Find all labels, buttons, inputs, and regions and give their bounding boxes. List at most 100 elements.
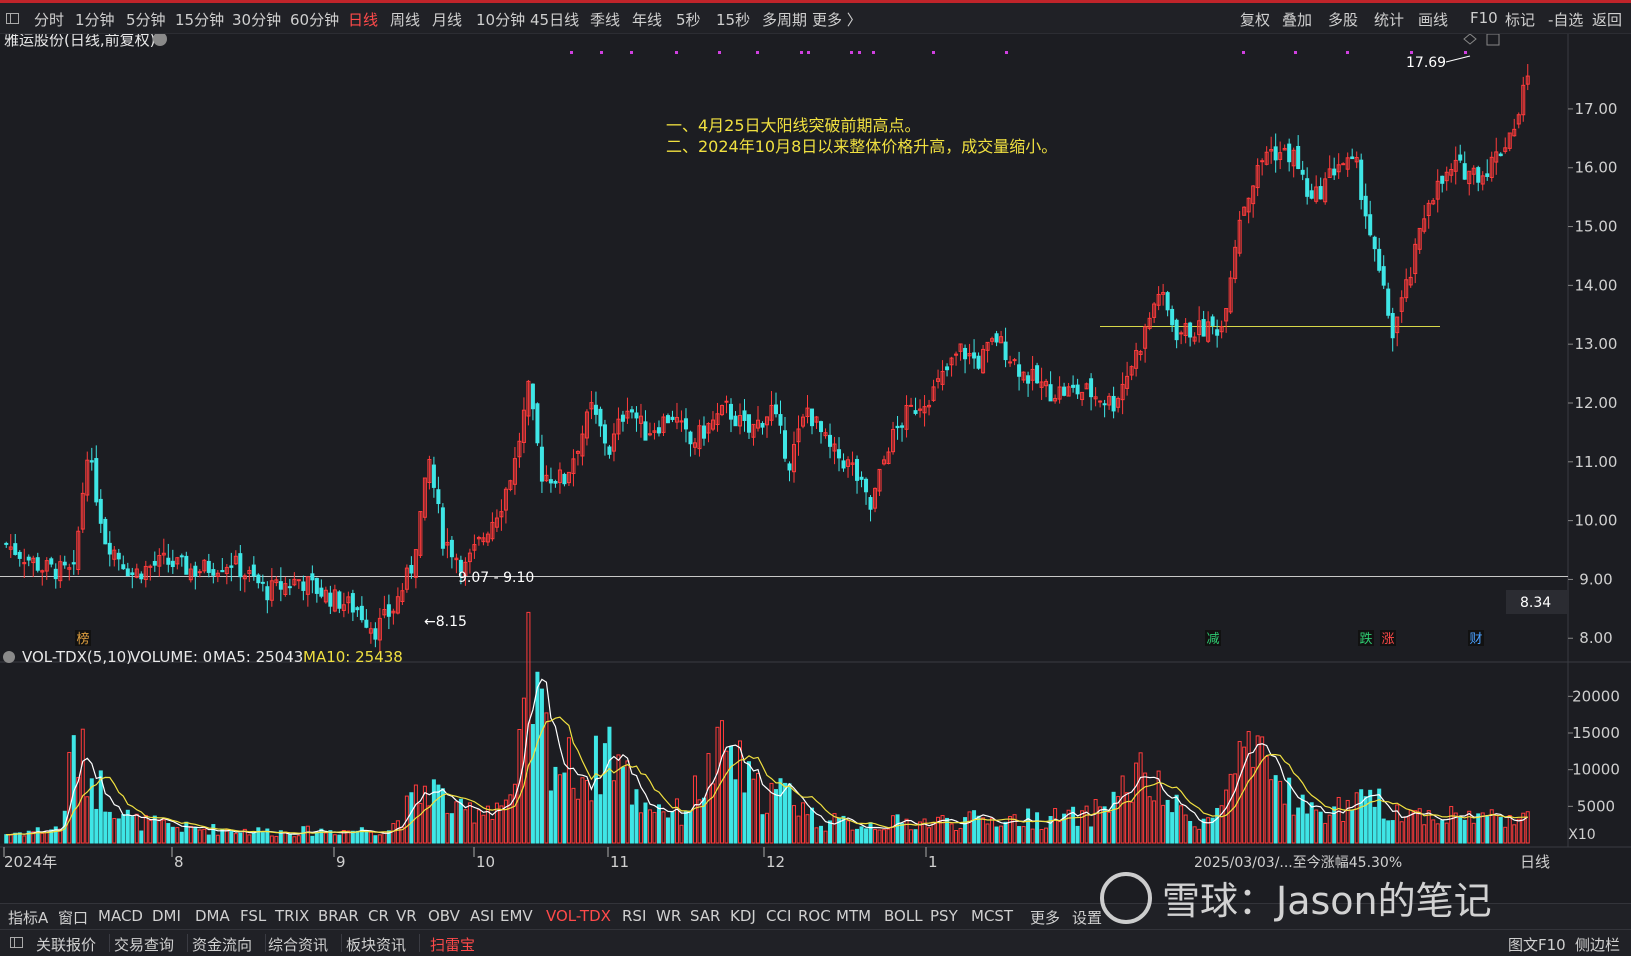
volume-bar[interactable] (1089, 826, 1094, 844)
candle-body[interactable] (206, 560, 211, 573)
volume-bar[interactable] (1404, 816, 1409, 844)
indicator-tab-8[interactable]: CR (368, 907, 389, 925)
indicator-tab-4[interactable]: DMA (195, 907, 230, 925)
candle-body[interactable] (688, 431, 693, 445)
volume-bar[interactable] (679, 824, 684, 844)
volume-bar[interactable] (656, 804, 661, 844)
volume-bar[interactable] (909, 829, 914, 844)
candle-body[interactable] (1390, 312, 1395, 339)
candle-body[interactable] (364, 619, 369, 628)
period-tab-4[interactable]: 30分钟 (232, 9, 281, 30)
volume-bar[interactable] (904, 818, 909, 844)
volume-bar[interactable] (116, 818, 121, 844)
volume-bar[interactable] (566, 737, 571, 844)
volume-bar[interactable] (1107, 811, 1112, 844)
candle-body[interactable] (701, 425, 706, 439)
candle-body[interactable] (26, 556, 31, 561)
volume-bar[interactable] (940, 815, 945, 844)
candle-body[interactable] (1017, 364, 1022, 377)
info-tab-0[interactable]: 关联报价 (36, 934, 96, 955)
volume-bar[interactable] (832, 813, 837, 844)
candle-body[interactable] (94, 458, 99, 503)
candle-body[interactable] (71, 562, 76, 565)
volume-bar[interactable] (1183, 814, 1188, 844)
volume-bar[interactable] (35, 827, 40, 844)
volume-bar[interactable] (305, 825, 310, 844)
candle-body[interactable] (724, 400, 729, 403)
volume-bar[interactable] (1471, 822, 1476, 844)
volume-bar[interactable] (611, 780, 616, 844)
indicator-tab-9[interactable]: VR (396, 907, 417, 925)
candle-body[interactable] (1111, 395, 1116, 412)
candle-body[interactable] (103, 518, 108, 545)
indicator-tab-10[interactable]: OBV (428, 907, 460, 925)
indicator-tab-14[interactable]: RSI (622, 907, 646, 925)
candle-body[interactable] (125, 568, 130, 577)
volume-bar[interactable] (958, 827, 963, 844)
candle-body[interactable] (683, 418, 688, 430)
candle-body[interactable] (837, 449, 842, 459)
candle-body[interactable] (179, 555, 184, 558)
volume-bar[interactable] (1363, 796, 1368, 844)
volume-bar[interactable] (828, 820, 833, 844)
candle-body[interactable] (728, 403, 733, 420)
volume-bar[interactable] (877, 829, 882, 844)
volume-bar[interactable] (1525, 811, 1530, 844)
side-tab-1[interactable]: 侧边栏 (1575, 934, 1620, 955)
volume-bar[interactable] (454, 801, 459, 844)
indicator-tab-5[interactable]: FSL (240, 907, 266, 925)
candle-body[interactable] (107, 542, 112, 555)
candle-body[interactable] (1035, 365, 1040, 384)
candle-body[interactable] (643, 421, 648, 441)
candle-body[interactable] (553, 480, 558, 484)
tool-button-7[interactable]: -自选 (1548, 9, 1583, 30)
volume-bar[interactable] (1134, 762, 1139, 844)
volume-bar[interactable] (251, 832, 256, 844)
volume-bar[interactable] (85, 796, 90, 844)
volume-bar[interactable] (121, 814, 126, 844)
indicator-tab-25[interactable]: 设置 (1072, 907, 1102, 928)
volume-bar[interactable] (1422, 824, 1427, 844)
volume-bar[interactable] (1188, 821, 1193, 844)
volume-bar[interactable] (724, 750, 729, 844)
volume-bar[interactable] (427, 805, 432, 844)
volume-bar[interactable] (1354, 792, 1359, 844)
volume-bar[interactable] (733, 779, 738, 844)
volume-bar[interactable] (1264, 756, 1269, 844)
volume-bar[interactable] (319, 828, 324, 844)
period-tab-5[interactable]: 60分钟 (290, 9, 339, 30)
candle-body[interactable] (913, 410, 918, 414)
volume-bar[interactable] (215, 834, 220, 844)
candle-body[interactable] (116, 552, 121, 560)
volume-bar[interactable] (625, 760, 630, 844)
volume-bar[interactable] (377, 834, 382, 844)
volume-bar[interactable] (737, 740, 742, 844)
volume-bar[interactable] (467, 802, 472, 844)
volume-bar[interactable] (1377, 788, 1382, 844)
candle-body[interactable] (1305, 178, 1310, 197)
info-tab-2[interactable]: 资金流向 (192, 934, 252, 955)
volume-bar[interactable] (193, 826, 198, 844)
candle-body[interactable] (62, 561, 67, 566)
side-tab-0[interactable]: 图文F10 (1508, 934, 1566, 955)
candle-body[interactable] (1003, 341, 1008, 361)
volume-bar[interactable] (206, 834, 211, 844)
volume-bar[interactable] (287, 834, 292, 844)
volume-bar[interactable] (1269, 779, 1274, 844)
candle-body[interactable] (1075, 384, 1080, 395)
candle-body[interactable] (1048, 384, 1053, 402)
volume-bar[interactable] (395, 820, 400, 844)
volume-bar[interactable] (895, 814, 900, 844)
volume-bar[interactable] (1246, 731, 1251, 844)
indicator-tab-11[interactable]: ASI (470, 907, 494, 925)
volume-bar[interactable] (490, 818, 495, 844)
volume-bar[interactable] (256, 827, 261, 844)
candle-body[interactable] (359, 605, 364, 621)
volume-bar[interactable] (458, 798, 463, 844)
volume-bar[interactable] (76, 777, 81, 844)
candle-body[interactable] (4, 542, 9, 545)
volume-bar[interactable] (260, 832, 265, 844)
candle-body[interactable] (670, 416, 675, 420)
volume-bar[interactable] (873, 829, 878, 844)
candle-body[interactable] (1476, 167, 1481, 183)
